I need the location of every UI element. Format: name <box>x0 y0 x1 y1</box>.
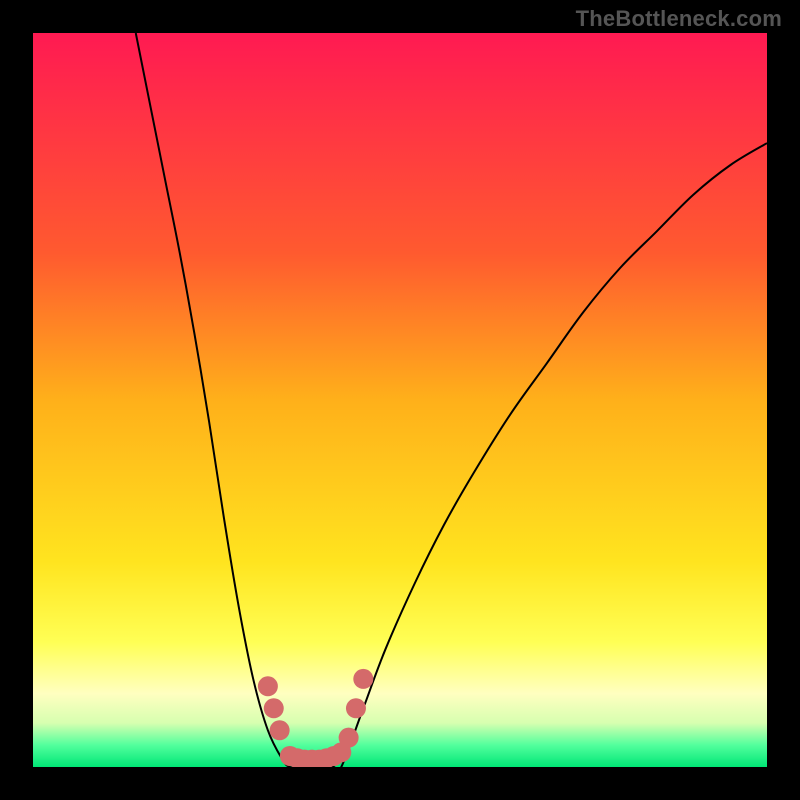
valley-dot <box>264 698 284 718</box>
chart-stage: TheBottleneck.com <box>0 0 800 800</box>
site-watermark: TheBottleneck.com <box>576 6 782 32</box>
valley-dot <box>339 728 359 748</box>
chart-background <box>33 33 767 767</box>
bottleneck-chart <box>0 0 800 800</box>
valley-dot <box>353 669 373 689</box>
valley-dot <box>346 698 366 718</box>
valley-dot <box>270 720 290 740</box>
valley-dot <box>258 676 278 696</box>
